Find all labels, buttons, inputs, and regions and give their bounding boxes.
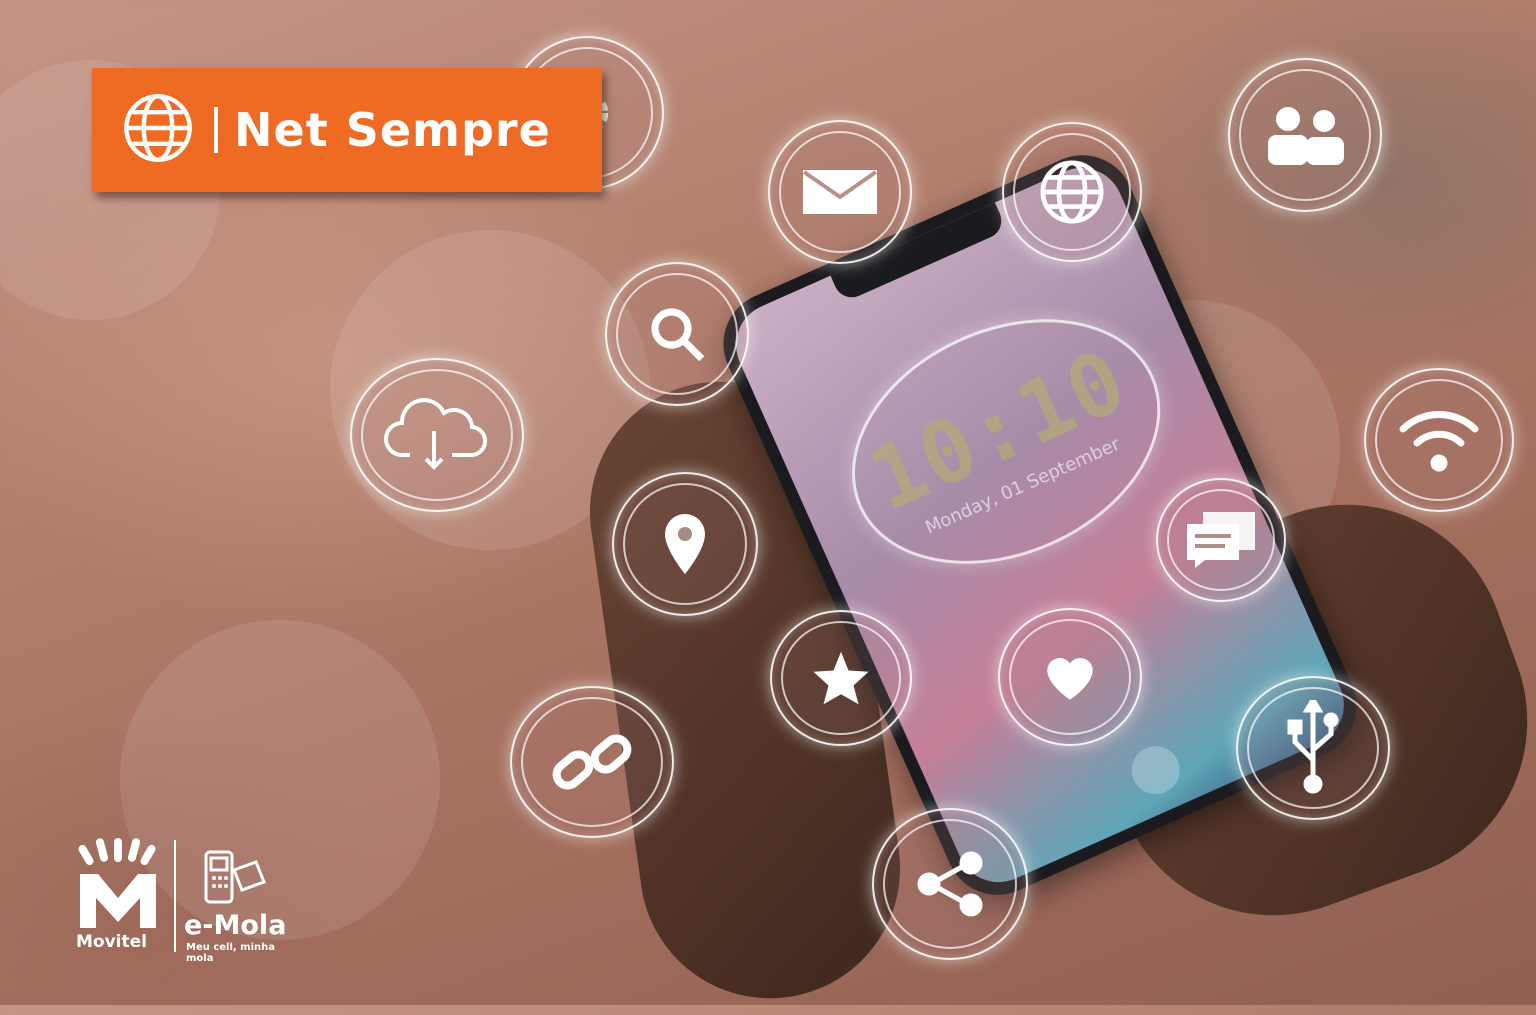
people-icon: [1228, 58, 1382, 212]
brand-divider: [174, 840, 176, 952]
share-icon: [872, 808, 1028, 960]
chat-icon: [1156, 478, 1286, 602]
emola-logo: [204, 850, 266, 904]
banner-divider: [214, 107, 218, 153]
wifi-icon: [1364, 368, 1514, 512]
usb-icon: [1236, 676, 1390, 820]
movitel-label: Movitel: [76, 932, 147, 952]
mail-icon: [768, 120, 912, 264]
globe-icon: [1002, 122, 1142, 262]
movitel-logo: [78, 838, 156, 928]
net-sempre-banner: Net Sempre: [92, 68, 602, 192]
star-icon: [770, 610, 912, 746]
heart-icon: [998, 608, 1142, 746]
brand-logos: Movitel e-Mola Meu cell, minha mola: [72, 838, 302, 964]
banner-title: Net Sempre: [234, 103, 551, 157]
lock-icon: [1124, 738, 1188, 802]
emola-label: e-Mola: [184, 910, 287, 941]
cloud-download-icon: [350, 358, 524, 512]
location-pin-icon: [612, 472, 758, 616]
globe-icon: [120, 90, 196, 170]
emola-tagline: Meu cell, minha mola: [186, 942, 276, 964]
link-icon: [510, 686, 674, 838]
search-icon: [605, 262, 749, 406]
